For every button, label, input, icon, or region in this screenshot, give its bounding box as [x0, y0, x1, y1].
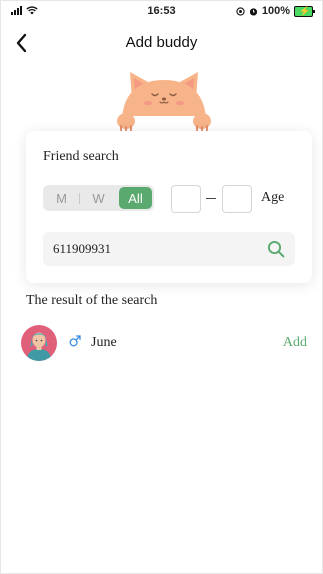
page-title: Add buddy: [125, 34, 198, 51]
age-label: Age: [261, 190, 285, 205]
gender-segmented-control: M W All: [43, 185, 154, 211]
age-min-input[interactable]: [172, 186, 200, 212]
card-title: Friend search: [43, 149, 119, 164]
male-icon: [69, 335, 81, 347]
nav-bar: Add buddy: [0, 28, 323, 60]
status-bar: 16:53 100% ⚡: [0, 0, 323, 22]
age-max-box: [222, 185, 252, 213]
search-input[interactable]: [53, 232, 253, 266]
gender-option-w[interactable]: W: [80, 185, 117, 211]
age-min-box: [171, 185, 201, 213]
battery-percent: 100%: [261, 5, 290, 17]
age-max-input[interactable]: [223, 186, 251, 212]
location-icon: [236, 6, 245, 16]
age-range-dash: [206, 198, 216, 199]
battery-icon: ⚡: [294, 5, 315, 17]
result-item: June Add: [0, 323, 323, 363]
status-right: 100% ⚡: [236, 5, 315, 17]
avatar[interactable]: [21, 325, 57, 361]
result-name: June: [91, 335, 117, 350]
results-title: The result of the search: [26, 293, 158, 308]
search-field: [43, 232, 295, 266]
gender-option-all[interactable]: All: [119, 187, 152, 209]
search-card: Friend search M W All Age: [26, 131, 312, 283]
cat-mascot-icon: [117, 72, 211, 133]
add-friend-button[interactable]: Add: [283, 335, 307, 351]
alarm-icon: [249, 7, 257, 16]
gender-option-m[interactable]: M: [43, 185, 80, 211]
search-icon[interactable]: [267, 240, 285, 258]
